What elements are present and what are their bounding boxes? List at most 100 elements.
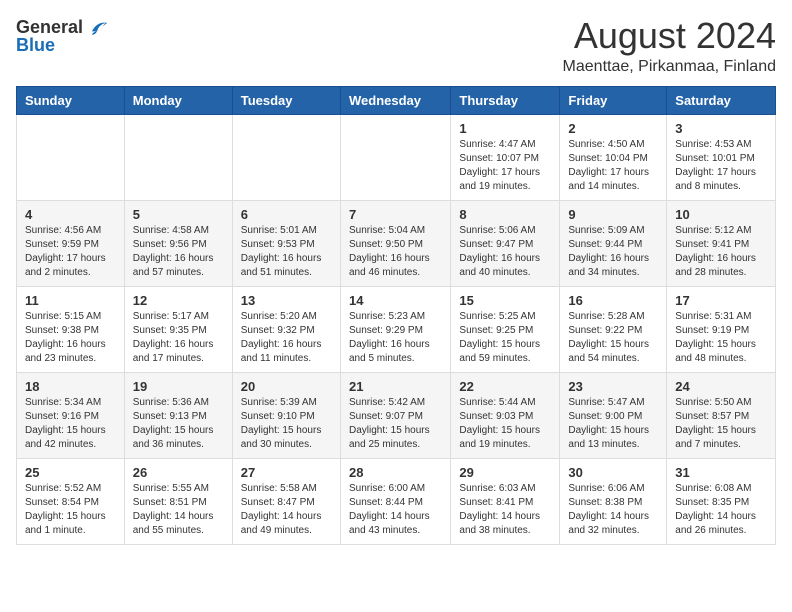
- week-row-4: 18 Sunrise: 5:34 AM Sunset: 9:16 PM Dayli…: [17, 372, 776, 458]
- day-info: Sunrise: 4:56 AM Sunset: 9:59 PM Dayligh…: [25, 224, 116, 280]
- day-info: Sunrise: 5:50 AM Sunset: 8:57 PM Dayligh…: [675, 396, 767, 452]
- title-area: August 2024 Maenttae, Pirkanmaa, Finland: [563, 16, 776, 76]
- calendar-cell: 26 Sunrise: 5:55 AM Sunset: 8:51 PM Dayli…: [124, 458, 232, 544]
- day-number: 12: [133, 293, 224, 308]
- day-number: 30: [568, 465, 658, 480]
- day-number: 24: [675, 379, 767, 394]
- day-info: Sunrise: 5:47 AM Sunset: 9:00 PM Dayligh…: [568, 396, 658, 452]
- day-info: Sunrise: 5:36 AM Sunset: 9:13 PM Dayligh…: [133, 396, 224, 452]
- day-number: 8: [459, 207, 551, 222]
- location-subtitle: Maenttae, Pirkanmaa, Finland: [563, 58, 776, 76]
- day-number: 2: [568, 121, 658, 136]
- calendar-cell: 5 Sunrise: 4:58 AM Sunset: 9:56 PM Daylig…: [124, 200, 232, 286]
- day-info: Sunrise: 5:34 AM Sunset: 9:16 PM Dayligh…: [25, 396, 116, 452]
- calendar-cell: 25 Sunrise: 5:52 AM Sunset: 8:54 PM Dayli…: [17, 458, 125, 544]
- calendar-cell: [124, 114, 232, 200]
- calendar-cell: [232, 114, 340, 200]
- day-info: Sunrise: 6:06 AM Sunset: 8:38 PM Dayligh…: [568, 482, 658, 538]
- logo-blue: Blue: [16, 36, 55, 56]
- day-number: 19: [133, 379, 224, 394]
- logo: General Blue: [16, 16, 109, 56]
- weekday-header-wednesday: Wednesday: [340, 86, 450, 114]
- calendar-cell: 16Sunrise: 5:28 AM Sunset: 9:22 PM Dayli…: [560, 286, 667, 372]
- weekday-header-thursday: Thursday: [451, 86, 560, 114]
- day-number: 13: [241, 293, 332, 308]
- day-info: Sunrise: 5:09 AM Sunset: 9:44 PM Dayligh…: [568, 224, 658, 280]
- day-info: Sunrise: 4:50 AM Sunset: 10:04 PM Daylig…: [568, 138, 658, 194]
- day-number: 28: [349, 465, 442, 480]
- day-number: 27: [241, 465, 332, 480]
- calendar-cell: 17 Sunrise: 5:31 AM Sunset: 9:19 PM Dayli…: [667, 286, 776, 372]
- calendar-table: SundayMondayTuesdayWednesdayThursdayFrid…: [16, 86, 776, 545]
- weekday-header-row: SundayMondayTuesdayWednesdayThursdayFrid…: [17, 86, 776, 114]
- day-info: Sunrise: 5:25 AM Sunset: 9:25 PM Dayligh…: [459, 310, 551, 366]
- calendar-cell: 27 Sunrise: 5:58 AM Sunset: 8:47 PM Dayli…: [232, 458, 340, 544]
- calendar-cell: 9 Sunrise: 5:09 AM Sunset: 9:44 PM Daylig…: [560, 200, 667, 286]
- day-number: 4: [25, 207, 116, 222]
- day-number: 15: [459, 293, 551, 308]
- calendar-cell: [17, 114, 125, 200]
- calendar-cell: 3 Sunrise: 4:53 AM Sunset: 10:01 PM Dayli…: [667, 114, 776, 200]
- day-number: 26: [133, 465, 224, 480]
- day-number: 9: [568, 207, 658, 222]
- day-info: Sunrise: 5:17 AM Sunset: 9:35 PM Dayligh…: [133, 310, 224, 366]
- day-info: Sunrise: 5:42 AM Sunset: 9:07 PM Dayligh…: [349, 396, 442, 452]
- day-info: Sunrise: 4:53 AM Sunset: 10:01 PM Daylig…: [675, 138, 767, 194]
- day-info: Sunrise: 5:01 AM Sunset: 9:53 PM Dayligh…: [241, 224, 332, 280]
- calendar-cell: 12 Sunrise: 5:17 AM Sunset: 9:35 PM Dayli…: [124, 286, 232, 372]
- logo-bird-icon: [85, 16, 109, 40]
- calendar-cell: 15 Sunrise: 5:25 AM Sunset: 9:25 PM Dayli…: [451, 286, 560, 372]
- calendar-cell: [340, 114, 450, 200]
- day-info: Sunrise: 4:58 AM Sunset: 9:56 PM Dayligh…: [133, 224, 224, 280]
- calendar-cell: 20Sunrise: 5:39 AM Sunset: 9:10 PM Dayli…: [232, 372, 340, 458]
- calendar-cell: 10Sunrise: 5:12 AM Sunset: 9:41 PM Dayli…: [667, 200, 776, 286]
- day-number: 1: [459, 121, 551, 136]
- week-row-2: 4 Sunrise: 4:56 AM Sunset: 9:59 PM Daylig…: [17, 200, 776, 286]
- day-info: Sunrise: 5:55 AM Sunset: 8:51 PM Dayligh…: [133, 482, 224, 538]
- day-info: Sunrise: 5:58 AM Sunset: 8:47 PM Dayligh…: [241, 482, 332, 538]
- day-number: 25: [25, 465, 116, 480]
- day-number: 18: [25, 379, 116, 394]
- calendar-cell: 23 Sunrise: 5:47 AM Sunset: 9:00 PM Dayli…: [560, 372, 667, 458]
- day-info: Sunrise: 5:23 AM Sunset: 9:29 PM Dayligh…: [349, 310, 442, 366]
- week-row-5: 25 Sunrise: 5:52 AM Sunset: 8:54 PM Dayli…: [17, 458, 776, 544]
- day-info: Sunrise: 5:20 AM Sunset: 9:32 PM Dayligh…: [241, 310, 332, 366]
- day-number: 3: [675, 121, 767, 136]
- day-info: Sunrise: 5:06 AM Sunset: 9:47 PM Dayligh…: [459, 224, 551, 280]
- day-info: Sunrise: 4:47 AM Sunset: 10:07 PM Daylig…: [459, 138, 551, 194]
- day-number: 5: [133, 207, 224, 222]
- day-number: 7: [349, 207, 442, 222]
- day-info: Sunrise: 5:44 AM Sunset: 9:03 PM Dayligh…: [459, 396, 551, 452]
- day-number: 21: [349, 379, 442, 394]
- calendar-cell: 14 Sunrise: 5:23 AM Sunset: 9:29 PM Dayli…: [340, 286, 450, 372]
- day-number: 10: [675, 207, 767, 222]
- day-number: 23: [568, 379, 658, 394]
- calendar-cell: 1 Sunrise: 4:47 AM Sunset: 10:07 PM Dayli…: [451, 114, 560, 200]
- page-header: General Blue August 2024 Maenttae, Pirka…: [16, 16, 776, 76]
- calendar-cell: 22 Sunrise: 5:44 AM Sunset: 9:03 PM Dayli…: [451, 372, 560, 458]
- weekday-header-friday: Friday: [560, 86, 667, 114]
- day-number: 6: [241, 207, 332, 222]
- calendar-cell: 24 Sunrise: 5:50 AM Sunset: 8:57 PM Dayli…: [667, 372, 776, 458]
- day-number: 29: [459, 465, 551, 480]
- calendar-cell: 19 Sunrise: 5:36 AM Sunset: 9:13 PM Dayli…: [124, 372, 232, 458]
- day-info: Sunrise: 5:39 AM Sunset: 9:10 PM Dayligh…: [241, 396, 332, 452]
- calendar-cell: 8 Sunrise: 5:06 AM Sunset: 9:47 PM Daylig…: [451, 200, 560, 286]
- calendar-cell: 28 Sunrise: 6:00 AM Sunset: 8:44 PM Dayli…: [340, 458, 450, 544]
- day-info: Sunrise: 6:00 AM Sunset: 8:44 PM Dayligh…: [349, 482, 442, 538]
- calendar-cell: 7 Sunrise: 5:04 AM Sunset: 9:50 PM Daylig…: [340, 200, 450, 286]
- day-info: Sunrise: 5:52 AM Sunset: 8:54 PM Dayligh…: [25, 482, 116, 538]
- week-row-1: 1 Sunrise: 4:47 AM Sunset: 10:07 PM Dayli…: [17, 114, 776, 200]
- weekday-header-tuesday: Tuesday: [232, 86, 340, 114]
- day-info: Sunrise: 5:31 AM Sunset: 9:19 PM Dayligh…: [675, 310, 767, 366]
- day-number: 14: [349, 293, 442, 308]
- week-row-3: 11Sunrise: 5:15 AM Sunset: 9:38 PM Dayli…: [17, 286, 776, 372]
- month-year-title: August 2024: [563, 16, 776, 56]
- day-number: 11: [25, 293, 116, 308]
- weekday-header-saturday: Saturday: [667, 86, 776, 114]
- day-info: Sunrise: 6:08 AM Sunset: 8:35 PM Dayligh…: [675, 482, 767, 538]
- day-info: Sunrise: 5:04 AM Sunset: 9:50 PM Dayligh…: [349, 224, 442, 280]
- day-number: 22: [459, 379, 551, 394]
- calendar-cell: 11Sunrise: 5:15 AM Sunset: 9:38 PM Dayli…: [17, 286, 125, 372]
- day-number: 17: [675, 293, 767, 308]
